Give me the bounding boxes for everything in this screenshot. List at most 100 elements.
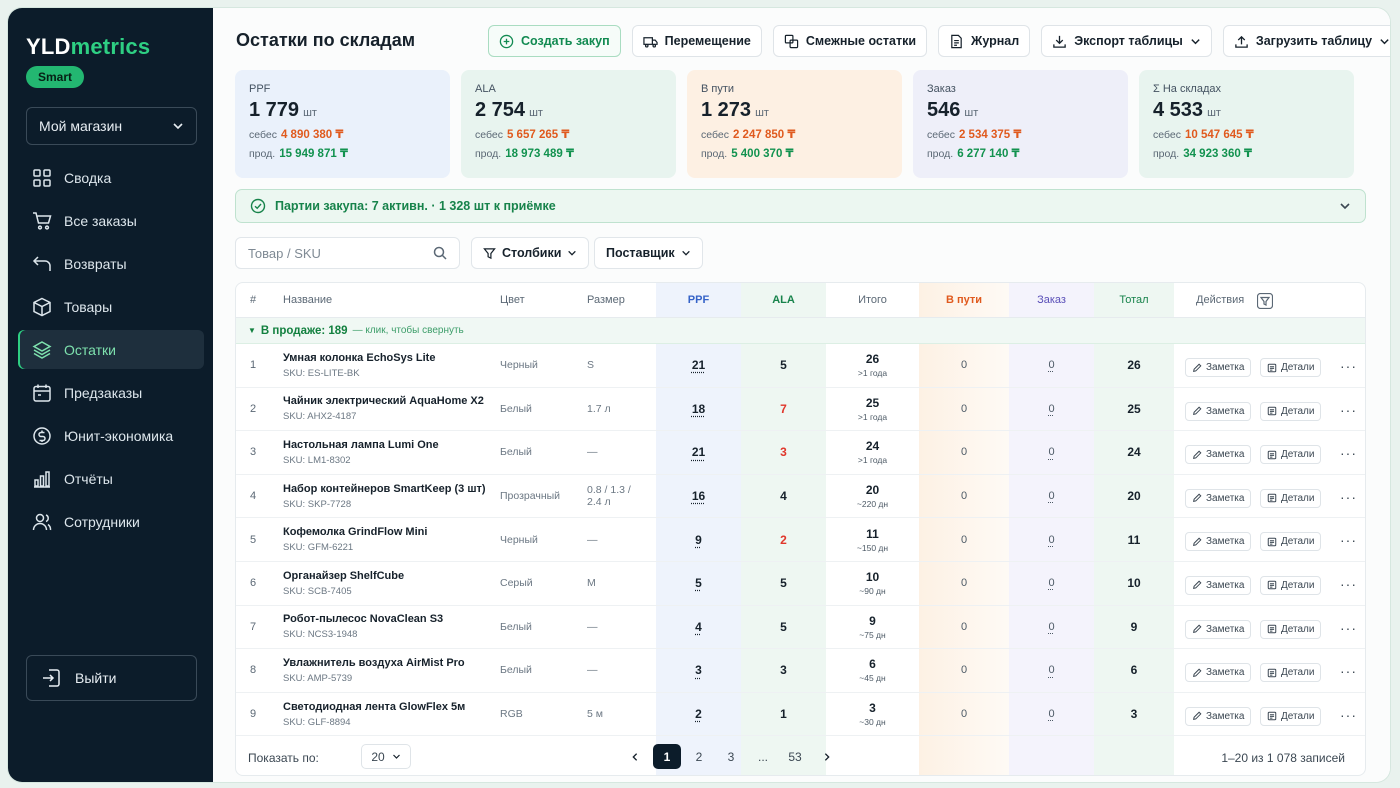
ppf-value[interactable]: 2	[695, 707, 702, 721]
ppf-value[interactable]: 18	[692, 402, 705, 416]
note-button[interactable]: Заметка	[1185, 619, 1252, 639]
create-purchase-button[interactable]: Создать закуп	[488, 25, 621, 57]
order-value[interactable]: 0	[1048, 534, 1054, 546]
table-row[interactable]: 6 Органайзер ShelfCube SKU: SCB-7405 Серый M…	[236, 562, 1365, 606]
product-name[interactable]: Органайзер ShelfCube	[283, 570, 493, 582]
group-row-on-sale[interactable]: ▼ В продаже: 189 — клик, чтобы свернуть	[236, 318, 1365, 344]
ppf-value[interactable]: 16	[692, 489, 705, 503]
more-icon[interactable]: ···	[1340, 489, 1357, 505]
sidebar-item-preorders[interactable]: Предзаказы	[18, 373, 204, 412]
related-stock-button[interactable]: Смежные остатки	[772, 25, 928, 57]
details-button[interactable]: Детали	[1260, 488, 1322, 508]
more-icon[interactable]: ···	[1340, 576, 1357, 592]
prev-page-button[interactable]	[621, 744, 649, 769]
table-row[interactable]: 7 Робот-пылесос NovaClean S3 SKU: NCS3-194…	[236, 606, 1365, 650]
order-value[interactable]: 0	[1048, 403, 1054, 415]
col-header-in-transit[interactable]: В пути	[919, 283, 1009, 318]
table-row[interactable]: 3 Настольная лампа Lumi One SKU: LM1-8302 Б…	[236, 431, 1365, 475]
order-value[interactable]: 0	[1048, 490, 1054, 502]
product-name[interactable]: Увлажнитель воздуха AirMist Pro	[283, 657, 493, 669]
search-icon[interactable]	[433, 246, 447, 260]
purchase-batches-banner[interactable]: Партии закупа: 7 активн. · 1 328 шт к пр…	[235, 189, 1366, 223]
logout-button[interactable]: Выйти	[26, 655, 197, 701]
note-button[interactable]: Заметка	[1185, 445, 1252, 465]
more-icon[interactable]: ···	[1340, 358, 1357, 374]
col-header-total-sum[interactable]: Итого	[826, 283, 919, 318]
more-icon[interactable]: ···	[1340, 620, 1357, 636]
table-row[interactable]: 9 Светодиодная лента GlowFlex 5м SKU: GLF-…	[236, 693, 1365, 737]
note-button[interactable]: Заметка	[1185, 532, 1252, 552]
order-value[interactable]: 0	[1048, 708, 1054, 720]
table-row[interactable]: 1 Умная колонка EchoSys Lite SKU: ES-LITE-…	[236, 344, 1365, 388]
col-header-name[interactable]: Название	[283, 283, 332, 318]
next-page-button[interactable]	[813, 744, 841, 769]
col-header-size[interactable]: Размер	[587, 283, 625, 318]
col-header-color[interactable]: Цвет	[500, 283, 525, 318]
import-table-button[interactable]: Загрузить таблицу	[1222, 25, 1390, 57]
sidebar-item-returns[interactable]: Возвраты	[18, 244, 204, 283]
page-button[interactable]: 2	[685, 744, 713, 769]
filter-icon[interactable]	[1257, 293, 1273, 309]
details-button[interactable]: Детали	[1260, 575, 1322, 595]
details-button[interactable]: Детали	[1260, 532, 1322, 552]
product-name[interactable]: Кофемолка GrindFlow Mini	[283, 526, 493, 538]
order-value[interactable]: 0	[1048, 359, 1054, 371]
table-row[interactable]: 8 Увлажнитель воздуха AirMist Pro SKU: AMP…	[236, 649, 1365, 693]
more-icon[interactable]: ···	[1340, 707, 1357, 723]
brand-logo[interactable]: YLDmetrics	[26, 34, 150, 60]
order-value[interactable]: 0	[1048, 577, 1054, 589]
sidebar-item-orders[interactable]: Все заказы	[18, 201, 204, 240]
note-button[interactable]: Заметка	[1185, 706, 1252, 726]
product-name[interactable]: Чайник электрический AquaHome X2	[283, 395, 493, 407]
product-name[interactable]: Умная колонка EchoSys Lite	[283, 352, 493, 364]
col-header-total[interactable]: Тотал	[1094, 283, 1174, 318]
product-name[interactable]: Светодиодная лента GlowFlex 5м	[283, 701, 493, 713]
ppf-value[interactable]: 4	[695, 620, 702, 634]
ppf-value[interactable]: 21	[692, 358, 705, 372]
sidebar-item-products[interactable]: Товары	[18, 287, 204, 326]
col-header-ppf[interactable]: PPF	[656, 283, 741, 318]
product-name[interactable]: Робот-пылесос NovaClean S3	[283, 613, 493, 625]
sidebar-item-summary[interactable]: Сводка	[18, 158, 204, 197]
order-value[interactable]: 0	[1048, 664, 1054, 676]
export-table-button[interactable]: Экспорт таблицы	[1041, 25, 1212, 57]
journal-button[interactable]: Журнал	[938, 25, 1031, 57]
page-button[interactable]: 1	[653, 744, 681, 769]
note-button[interactable]: Заметка	[1185, 663, 1252, 683]
per-page-select[interactable]: 20	[361, 744, 411, 769]
note-button[interactable]: Заметка	[1185, 488, 1252, 508]
order-value[interactable]: 0	[1048, 621, 1054, 633]
store-select[interactable]: Мой магазин	[26, 107, 197, 145]
sidebar-item-employees[interactable]: Сотрудники	[18, 502, 204, 541]
col-header-order[interactable]: Заказ	[1009, 283, 1094, 318]
details-button[interactable]: Детали	[1260, 663, 1322, 683]
more-icon[interactable]: ···	[1340, 402, 1357, 418]
note-button[interactable]: Заметка	[1185, 358, 1252, 377]
col-header-ala[interactable]: ALA	[741, 283, 826, 318]
note-button[interactable]: Заметка	[1185, 401, 1252, 421]
ppf-value[interactable]: 21	[692, 445, 705, 459]
table-row[interactable]: 2 Чайник электрический AquaHome X2 SKU: AH…	[236, 388, 1365, 432]
sidebar-item-unit-economics[interactable]: Юнит-экономика	[18, 416, 204, 455]
ppf-value[interactable]: 3	[695, 663, 702, 677]
sidebar-item-reports[interactable]: Отчёты	[18, 459, 204, 498]
product-name[interactable]: Набор контейнеров SmartKeep (3 шт)	[283, 483, 493, 495]
more-icon[interactable]: ···	[1340, 532, 1357, 548]
more-icon[interactable]: ···	[1340, 663, 1357, 679]
details-button[interactable]: Детали	[1260, 619, 1322, 639]
page-button[interactable]: 53	[781, 744, 809, 769]
transfer-button[interactable]: Перемещение	[631, 25, 762, 57]
product-name[interactable]: Настольная лампа Lumi One	[283, 439, 493, 451]
table-row[interactable]: 4 Набор контейнеров SmartKeep (3 шт) SKU: …	[236, 475, 1365, 519]
sidebar-item-stock[interactable]: Остатки	[18, 330, 204, 369]
details-button[interactable]: Детали	[1260, 706, 1322, 726]
order-value[interactable]: 0	[1048, 446, 1054, 458]
details-button[interactable]: Детали	[1260, 358, 1322, 377]
note-button[interactable]: Заметка	[1185, 575, 1252, 595]
columns-filter-button[interactable]: Столбики	[471, 237, 590, 269]
table-row[interactable]: 5 Кофемолка GrindFlow Mini SKU: GFM-6221 Че…	[236, 518, 1365, 562]
search-input[interactable]	[248, 245, 433, 261]
details-button[interactable]: Детали	[1260, 401, 1322, 421]
supplier-filter-button[interactable]: Поставщик	[594, 237, 703, 269]
more-icon[interactable]: ···	[1340, 445, 1357, 461]
